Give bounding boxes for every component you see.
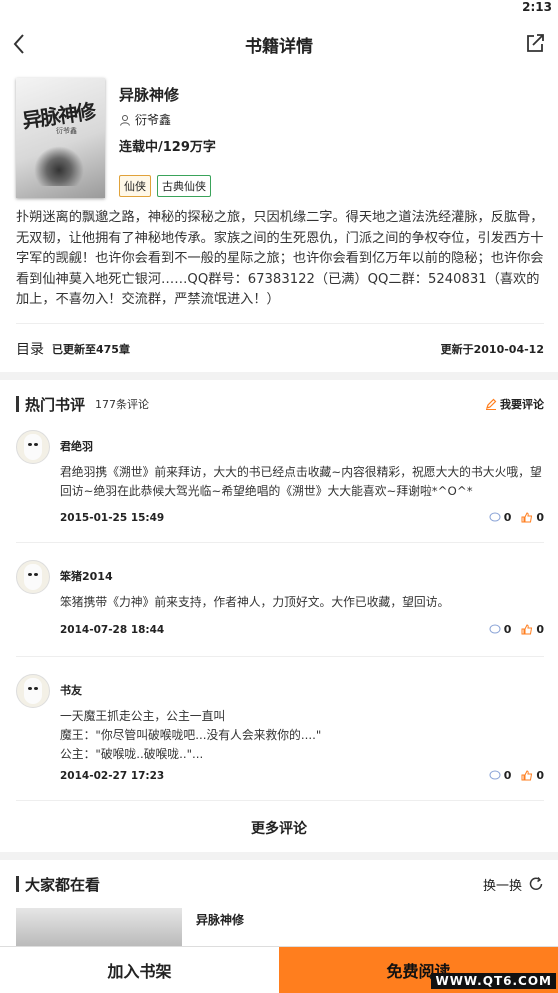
- section-separator: [0, 372, 558, 380]
- review-actions: 0 0: [489, 769, 544, 782]
- recommended-book-title[interactable]: 异脉神修: [196, 911, 244, 928]
- avatar[interactable]: [16, 560, 50, 594]
- comment-icon: [489, 624, 501, 634]
- like-button[interactable]: 0: [521, 623, 544, 636]
- section-separator: [0, 852, 558, 860]
- share-icon: [527, 34, 544, 52]
- review-date: 2014-02-27 17:23: [60, 770, 165, 782]
- bottom-action-bar: 加入书架 免费阅读 WWW.QT6.COM: [0, 946, 558, 993]
- reply-count: 0: [503, 623, 512, 636]
- book-cover[interactable]: 异脉神修 衍爷鑫: [16, 78, 105, 198]
- watermark: WWW.QT6.COM: [431, 973, 556, 989]
- read-free-button[interactable]: 免费阅读 WWW.QT6.COM: [279, 947, 558, 993]
- avatar-face: [24, 434, 42, 460]
- review-item[interactable]: 笨猪2014 笨猪携带《力神》前来支持，作者神人，力顶好文。大作已收藏，望回访。…: [16, 560, 544, 646]
- reply-count: 0: [503, 769, 512, 782]
- avatar-face: [24, 678, 42, 704]
- comment-icon: [489, 512, 501, 522]
- reviews-count: 177条评论: [95, 398, 150, 411]
- share-button[interactable]: [524, 32, 546, 54]
- more-reviews-button[interactable]: 更多评论: [0, 818, 558, 838]
- author-row[interactable]: 衍爷鑫: [119, 111, 171, 128]
- write-review-button[interactable]: 我要评论: [485, 396, 544, 412]
- like-icon: [521, 512, 533, 523]
- page-title: 书籍详情: [245, 37, 313, 57]
- review-text: 一天魔王抓走公主，公主一直叫 魔王："你尽管叫破喉咙吧...没有人会来救你的..…: [60, 709, 322, 761]
- section-marker: [16, 396, 19, 412]
- avatar-face: [24, 564, 42, 590]
- reply-count: 0: [503, 511, 512, 524]
- like-button[interactable]: 0: [521, 511, 544, 524]
- write-review-label: 我要评论: [500, 398, 544, 411]
- like-icon: [521, 624, 533, 635]
- add-to-shelf-button[interactable]: 加入书架: [0, 947, 279, 993]
- review-item[interactable]: 君绝羽 君绝羽携《溯世》前来拜访，大大的书已经点击收藏~内容很精彩，祝愿大大的书…: [16, 430, 544, 530]
- popular-header: 大家都在看 换一换: [16, 874, 544, 894]
- like-count: 0: [536, 769, 544, 782]
- section-marker: [16, 876, 19, 892]
- avatar[interactable]: [16, 430, 50, 464]
- tag-xianxia[interactable]: 仙侠: [119, 175, 151, 197]
- edit-icon: [486, 398, 497, 410]
- review-text: 君绝羽携《溯世》前来拜访，大大的书已经点击收藏~内容很精彩，祝愿大大的书大火哦，…: [60, 465, 542, 498]
- author-name: 衍爷鑫: [135, 113, 172, 127]
- user-icon: [120, 114, 130, 126]
- toc-update-date: 更新于2010-04-12: [440, 343, 544, 356]
- review-actions: 0 0: [489, 623, 544, 636]
- book-title: 异脉神修: [119, 86, 180, 104]
- divider: [16, 656, 544, 657]
- reply-button[interactable]: 0: [489, 769, 512, 782]
- divider: [16, 323, 544, 324]
- like-icon: [521, 770, 533, 781]
- review-actions: 0 0: [489, 511, 544, 524]
- tag-list: 仙侠 古典仙侠: [119, 175, 211, 197]
- reply-button[interactable]: 0: [489, 511, 512, 524]
- review-text: 笨猪携带《力神》前来支持，作者神人，力顶好文。大作已收藏，望回访。: [60, 595, 450, 609]
- refresh-label: 换一换: [482, 878, 522, 894]
- review-date: 2014-07-28 18:44: [60, 624, 165, 636]
- reviewer-name[interactable]: 书友: [60, 682, 82, 698]
- popular-title: 大家都在看: [25, 875, 101, 894]
- cover-author: 衍爷鑫: [56, 127, 77, 135]
- recommended-book-cover[interactable]: [16, 908, 182, 948]
- toc-label: 目录: [16, 342, 44, 358]
- header: 书籍详情: [0, 22, 558, 66]
- reviewer-name[interactable]: 君绝羽: [60, 438, 93, 454]
- reply-button[interactable]: 0: [489, 623, 512, 636]
- reviews-title: 热门书评: [25, 395, 86, 414]
- tag-classic-xianxia[interactable]: 古典仙侠: [157, 175, 211, 197]
- refresh-button[interactable]: 换一换: [483, 875, 544, 894]
- avatar[interactable]: [16, 674, 50, 708]
- review-date: 2015-01-25 15:49: [60, 512, 165, 524]
- status-time: 2:13: [522, 0, 552, 14]
- refresh-icon: [529, 877, 543, 890]
- toc-row[interactable]: 目录 已更新至475章 更新于2010-04-12: [16, 338, 544, 360]
- divider: [16, 542, 544, 543]
- toc-chapter-count: 已更新至475章: [52, 343, 130, 356]
- like-count: 0: [536, 511, 544, 524]
- book-header: 异脉神修 衍爷鑫 异脉神修 衍爷鑫 连载中/129万字 仙侠 古典仙侠: [16, 78, 542, 202]
- reviewer-name[interactable]: 笨猪2014: [60, 568, 113, 584]
- like-button[interactable]: 0: [521, 769, 544, 782]
- like-count: 0: [536, 623, 544, 636]
- reviews-header: 热门书评 177条评论 我要评论: [16, 394, 544, 414]
- book-intro[interactable]: 扑朔迷离的飘邈之路，神秘的探秘之旅，只因机缘二字。得天地之道法洗经灌脉，反肱骨，…: [16, 208, 544, 311]
- divider: [16, 800, 544, 801]
- book-status: 连载中/129万字: [119, 140, 216, 155]
- cover-figure: [34, 146, 84, 186]
- review-item[interactable]: 书友 一天魔王抓走公主，公主一直叫 魔王："你尽管叫破喉咙吧...没有人会来救你…: [16, 674, 544, 790]
- comment-icon: [489, 770, 501, 780]
